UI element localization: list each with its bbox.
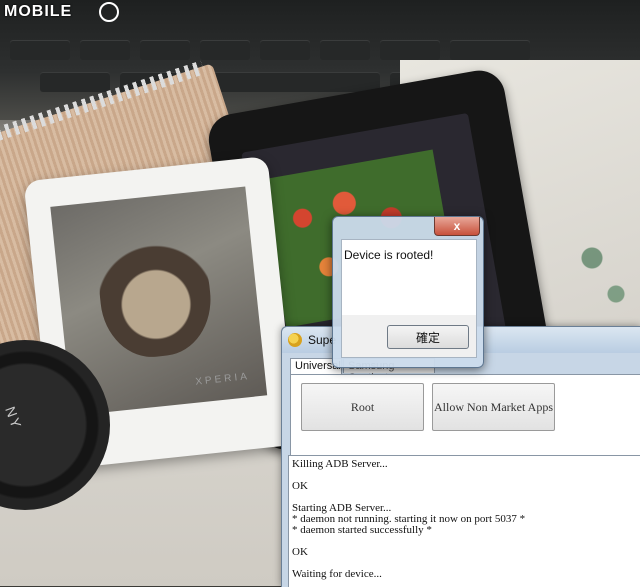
ok-button[interactable]: 確定 — [387, 325, 469, 349]
log-line: OK — [292, 546, 308, 558]
keyboard-key — [260, 40, 310, 60]
watermark-logo-icon — [99, 2, 119, 22]
watermark-brand: MOBILE — [4, 3, 73, 20]
dialog-message: Device is rooted! — [344, 248, 434, 262]
log-line: OK — [292, 480, 308, 492]
keyboard-key — [380, 40, 440, 60]
keyboard-key — [320, 40, 370, 60]
log-line: Killing ADB Server... — [292, 458, 388, 470]
log-line: * daemon started successfully * — [292, 524, 432, 536]
log-line: Waiting for device... — [292, 568, 382, 580]
lens-cap-text: NY — [2, 404, 26, 432]
dialog-button-bar: 確定 — [341, 315, 477, 358]
tab-panel: Root Allow Non Market Apps — [290, 374, 640, 456]
message-dialog: x Device is rooted! 確定 — [332, 216, 484, 368]
log-output[interactable]: Killing ADB Server... OK Starting ADB Se… — [288, 455, 640, 587]
close-button[interactable]: x — [434, 217, 480, 236]
root-button[interactable]: Root — [301, 383, 424, 431]
keyboard-key — [10, 40, 70, 60]
keyboard-key — [40, 72, 110, 92]
keyboard-key — [450, 40, 530, 60]
cloth-print — [560, 210, 640, 330]
keyboard-key — [80, 40, 130, 60]
app-icon — [288, 333, 302, 347]
keyboard-key — [140, 40, 190, 60]
allow-non-market-apps-button[interactable]: Allow Non Market Apps — [432, 383, 555, 431]
wallpaper-face — [93, 221, 217, 362]
keyboard-key — [200, 40, 250, 60]
